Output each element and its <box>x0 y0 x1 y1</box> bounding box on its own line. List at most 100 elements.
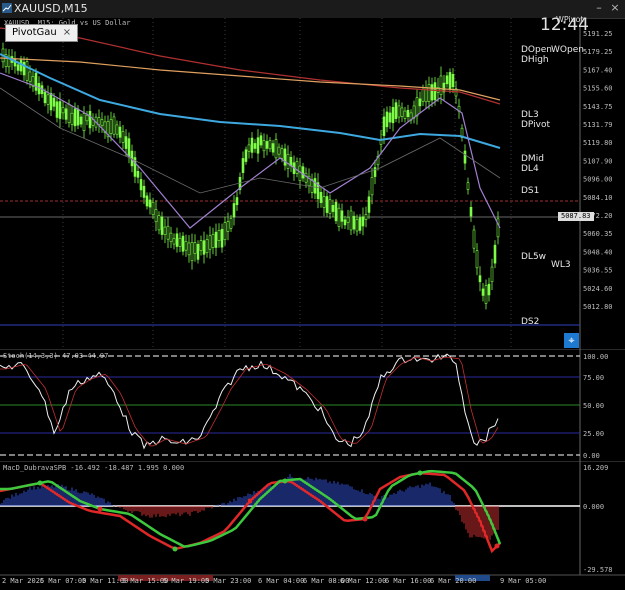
macd-cross-marker <box>362 516 368 522</box>
candle-body <box>79 116 83 125</box>
price-axis-label: 5179.25 <box>583 48 613 56</box>
candle-body <box>286 153 290 169</box>
stochastic-panel[interactable]: Stoch(14,3,3) 47.03 44.97 100.0075.0050.… <box>0 349 625 461</box>
candle-body <box>109 119 113 134</box>
window-titlebar: XAUUSD,M15 – × <box>0 0 625 19</box>
candle-body <box>118 126 122 138</box>
candle-body <box>82 113 86 132</box>
candle-body <box>211 234 215 248</box>
stoch-level-label: 0.00 <box>583 452 600 460</box>
macd-cross-marker <box>494 543 500 549</box>
candle-body <box>163 226 167 235</box>
candle-body <box>463 150 467 164</box>
candle-body <box>25 61 29 81</box>
price-axis-label: 5119.80 <box>583 139 613 147</box>
candle-body <box>181 235 185 252</box>
macd-level-label: 16.209 <box>583 464 608 472</box>
stoch-level-label: 75.00 <box>583 374 604 382</box>
pivot-label-dpivot: DPivot <box>521 120 550 130</box>
time-axis-label: 2 Mar 2026 <box>2 577 44 585</box>
candle-body <box>250 137 254 153</box>
candle-body <box>430 84 434 101</box>
candle-body <box>142 185 146 198</box>
candle-body <box>385 111 389 128</box>
candle-body <box>157 215 161 231</box>
candle-body <box>274 139 278 159</box>
price-axis-label: 5131.79 <box>583 121 613 129</box>
candle-body <box>64 108 68 120</box>
candle-body <box>115 124 119 135</box>
candle-body <box>28 71 32 82</box>
price-axis-label: 5048.40 <box>583 248 613 256</box>
candle-body <box>328 199 332 214</box>
price-axis-label: 5096.00 <box>583 176 613 184</box>
candle-body <box>76 108 80 126</box>
candle-body <box>340 210 344 222</box>
candle-body <box>205 239 209 254</box>
terminal-chart-window: XAUUSD,M15 – × XAUUSD, M15: Gold vs US D… <box>0 0 625 590</box>
candle-body <box>445 75 449 85</box>
candle-body <box>466 182 470 190</box>
candle-body <box>55 101 59 118</box>
candle-body <box>154 209 158 223</box>
pivot-label-ds2: DS2 <box>521 317 539 327</box>
pivot-button-close[interactable]: × <box>63 27 71 38</box>
candle-body <box>52 97 56 107</box>
price-axis-label: 5167.40 <box>583 66 613 74</box>
candle-body <box>403 110 407 119</box>
macd-cross-marker <box>247 498 253 504</box>
candle-body <box>187 242 191 256</box>
candle-body <box>265 141 269 149</box>
candle-body <box>271 143 275 153</box>
close-button[interactable]: × <box>608 1 622 15</box>
pivot-button-label: PivotGau <box>12 27 57 38</box>
minimize-button[interactable]: – <box>592 1 606 15</box>
candle-body <box>358 217 362 231</box>
macd-title: MacD_DubravaSPB -16.492 -18.487 1.995 0.… <box>3 464 184 472</box>
candle-body <box>487 283 491 296</box>
price-axis-label: 5036.55 <box>583 267 613 275</box>
macd-cross-marker <box>417 470 423 476</box>
price-chart[interactable]: XAUUSD, M15: Gold vs US Dollar 5191.2551… <box>0 18 625 349</box>
candle-body <box>73 108 77 127</box>
candle-body <box>268 140 272 150</box>
candle-body <box>166 225 170 240</box>
candle-body <box>319 191 323 203</box>
candle-body <box>337 207 341 227</box>
candle-body <box>364 214 368 220</box>
candle-body <box>16 64 20 71</box>
pivot-label-dl5w: DL5w <box>521 252 546 262</box>
candle-body <box>322 196 326 208</box>
candle-body <box>226 221 230 232</box>
candle-body <box>373 167 377 177</box>
candle-body <box>88 110 92 129</box>
candle-body <box>370 176 374 196</box>
pivot-indicator-button[interactable]: PivotGau × <box>5 24 79 42</box>
candle-body <box>112 116 116 135</box>
candle-body <box>439 75 443 96</box>
candle-body <box>313 178 317 194</box>
candle-body <box>184 240 188 251</box>
candle-body <box>232 203 236 218</box>
macd-panel[interactable]: MacD_DubravaSPB -16.492 -18.487 1.995 0.… <box>0 461 625 590</box>
crosshair-icon[interactable]: ⌖ <box>564 333 579 348</box>
candle-body <box>208 235 212 250</box>
candle-body <box>415 97 419 117</box>
price-axis-label: 5024.60 <box>583 285 613 293</box>
candle-body <box>97 117 101 125</box>
candle-body <box>145 195 149 207</box>
time-axis-label: 5 Mar 07:00 <box>40 577 86 585</box>
candle-body <box>193 242 197 254</box>
time-axis-label: 6 Mar 04:00 <box>258 577 304 585</box>
current-price-tag: 5087.83 <box>558 212 594 221</box>
candle-body <box>46 94 50 105</box>
candle-body <box>484 285 488 304</box>
candle-body <box>190 242 194 262</box>
candle-body <box>469 206 473 217</box>
candle-body <box>277 146 281 155</box>
chart-icon <box>2 3 12 13</box>
candle-body <box>139 179 143 191</box>
macd-cross-marker <box>282 478 288 484</box>
stoch-level-label: 100.00 <box>583 353 608 361</box>
candle-body <box>382 116 386 136</box>
